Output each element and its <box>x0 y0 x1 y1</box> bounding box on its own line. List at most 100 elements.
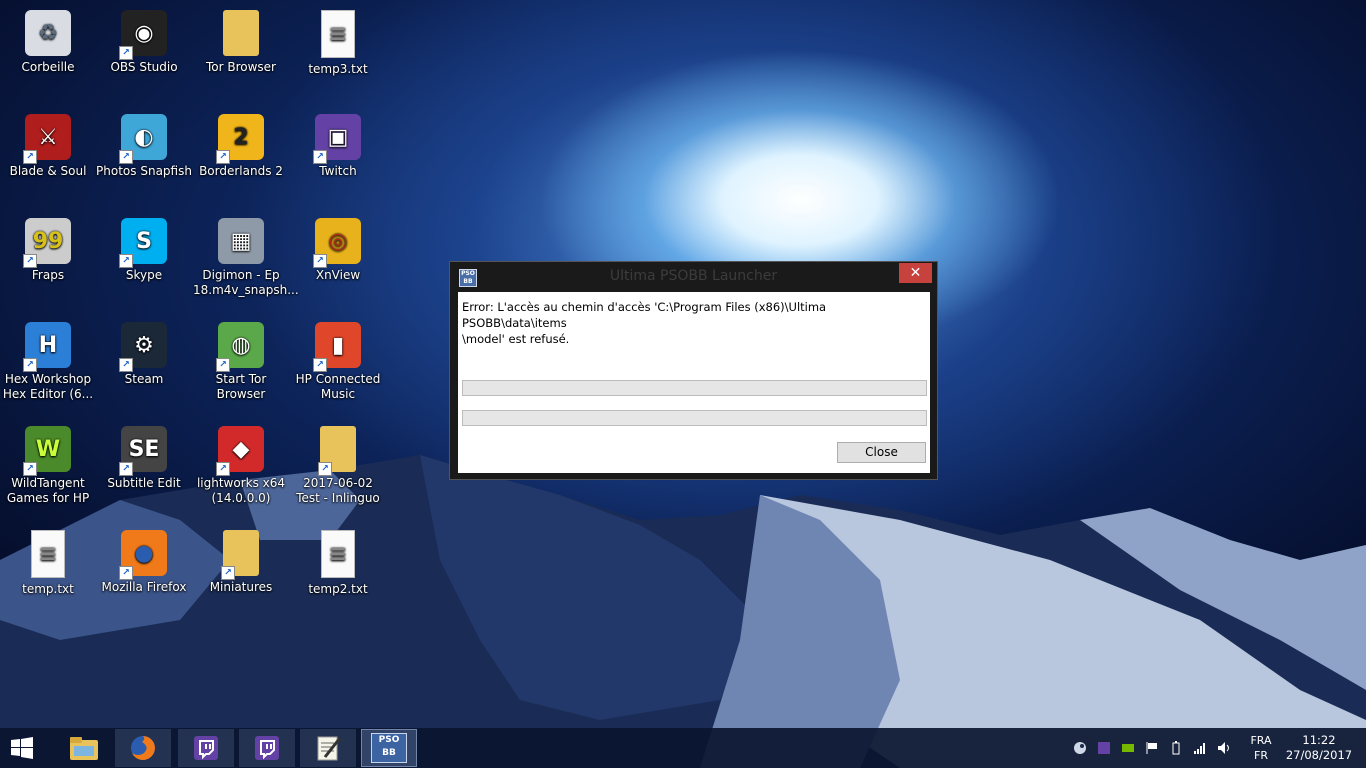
folder-icon <box>223 10 259 56</box>
shortcut-arrow-icon: ↗ <box>216 462 230 476</box>
desktop-icon-label: Blade & Soul <box>9 164 87 178</box>
close-icon[interactable]: ✕ <box>899 263 932 283</box>
dialog-content: Error: L'accès au chemin d'accès 'C:\Pro… <box>458 292 930 473</box>
desktop-icon-label: lightworks x64 (14.0.0.0) <box>196 476 286 505</box>
dialog-titlebar[interactable]: PSO BB Ultima PSOBB Launcher ✕ <box>450 262 937 292</box>
language-indicator[interactable]: FRA FR <box>1247 733 1275 763</box>
desktop-icon-subtitle-edit[interactable]: SE ↗ Subtitle Edit <box>96 420 192 491</box>
taskbar-twitch-2[interactable] <box>239 729 295 767</box>
steam-icon: ⚙ ↗ <box>119 322 167 372</box>
desktop-icon-obs-studio[interactable]: ◉ ↗ OBS Studio <box>96 4 192 75</box>
shortcut-arrow-icon: ↗ <box>23 462 37 476</box>
shortcut-arrow-icon: ↗ <box>313 254 327 268</box>
desktop-icon-temp2-txt[interactable]: ≡ temp2.txt <box>290 524 386 597</box>
shortcut-arrow-icon: ↗ <box>119 150 133 164</box>
volume-icon[interactable] <box>1217 741 1231 755</box>
keyboard-layout: FR <box>1254 749 1268 762</box>
taskbar-file-explorer[interactable] <box>56 729 112 767</box>
shortcut-arrow-icon: ↗ <box>119 358 133 372</box>
desktop-icon-twitch[interactable]: ▣ ↗ Twitch <box>290 108 386 179</box>
desktop-icon-label: Photos Snapfish <box>96 164 192 178</box>
desktop-icon-corbeille[interactable]: ♻ Corbeille <box>0 4 96 75</box>
shortcut-arrow-icon: ↗ <box>119 254 133 268</box>
desktop-icon-label: Corbeille <box>21 60 75 74</box>
desktop-icon-label: Subtitle Edit <box>107 476 181 490</box>
desktop-icon-xnview[interactable]: ◎ ↗ XnView <box>290 212 386 283</box>
desktop-icon-skype[interactable]: S ↗ Skype <box>96 212 192 283</box>
psobb-icon: PSO BB <box>371 733 407 763</box>
taskbar-notepad[interactable] <box>300 729 356 767</box>
close-button[interactable]: Close <box>837 442 926 463</box>
progress-bar-2 <box>462 410 927 426</box>
image-file-icon: ▦ <box>218 218 264 264</box>
lightworks-icon: ◆ ↗ <box>216 426 264 476</box>
desktop-icon-label: HP Connected Music <box>295 372 381 401</box>
shortcut-arrow-icon: ↗ <box>23 254 37 268</box>
desktop-icon-label: Mozilla Firefox <box>101 580 187 594</box>
tor-globe-icon: ◍ ↗ <box>216 322 264 372</box>
desktop-icon-label: WildTangent Games for HP <box>6 476 90 505</box>
desktop-icon-blade-soul[interactable]: ⚔ ↗ Blade & Soul <box>0 108 96 179</box>
shortcut-arrow-icon: ↗ <box>313 358 327 372</box>
desktop-icon-label: Twitch <box>319 164 357 178</box>
clock[interactable]: 11:22 27/08/2017 <box>1284 733 1354 763</box>
battery-icon[interactable] <box>1169 741 1183 755</box>
dialog-title: Ultima PSOBB Launcher <box>609 268 778 284</box>
desktop-icon-wildtangent-games-for-hp[interactable]: W ↗ WildTangent Games for HP <box>0 420 96 506</box>
desktop-icon-label: Hex Workshop Hex Editor (6... <box>2 372 94 401</box>
desktop-icon-label: Fraps <box>31 268 65 282</box>
hex-workshop-icon: H ↗ <box>23 322 71 372</box>
launcher-dialog: PSO BB Ultima PSOBB Launcher ✕ Error: L'… <box>449 261 938 480</box>
desktop-icon-tor-browser[interactable]: Tor Browser <box>193 4 289 75</box>
borderlands-icon: 2 ↗ <box>216 114 264 164</box>
xnview-icon: ◎ ↗ <box>313 218 361 268</box>
error-message-line1: Error: L'accès au chemin d'accès 'C:\Pro… <box>462 300 827 330</box>
clock-time: 11:22 <box>1302 733 1336 747</box>
file-explorer-icon <box>70 737 98 760</box>
taskbar-twitch-1[interactable] <box>178 729 234 767</box>
start-button[interactable] <box>0 729 44 767</box>
desktop-icon-label: temp.txt <box>22 582 74 596</box>
desktop-icon-digimon-ep-18-m4v-snapsh[interactable]: ▦ Digimon - Ep 18.m4v_snapsh... <box>193 212 299 298</box>
steam-tray-icon[interactable] <box>1073 741 1087 755</box>
desktop-icon-lightworks-x64-14-0-0-0[interactable]: ◆ ↗ lightworks x64 (14.0.0.0) <box>193 420 289 506</box>
blade-soul-icon: ⚔ ↗ <box>23 114 71 164</box>
taskbar: PSO BB FRA FR 11:22 27/08/2017 <box>0 728 1366 768</box>
taskbar-psobb[interactable]: PSO BB <box>361 729 417 767</box>
desktop-icon-borderlands-2[interactable]: 2 ↗ Borderlands 2 <box>193 108 289 179</box>
network-signal-icon[interactable] <box>1193 741 1207 755</box>
desktop-icon-miniatures[interactable]: ↗ Miniatures <box>193 524 289 595</box>
shortcut-arrow-icon: ↗ <box>119 566 133 580</box>
taskbar-firefox[interactable] <box>115 729 171 767</box>
folder-icon: ↗ <box>221 530 259 580</box>
subtitle-edit-icon: SE ↗ <box>119 426 167 476</box>
desktop-icon-photos-snapfish[interactable]: ◐ ↗ Photos Snapfish <box>96 108 192 179</box>
desktop-icon-label: Steam <box>124 372 164 386</box>
desktop-icon-temp-txt[interactable]: ≡ temp.txt <box>0 524 96 597</box>
desktop-icon-label: 2017-06-02 Test - Inlinguo <box>296 476 380 505</box>
text-file-icon: ≡ <box>31 530 65 578</box>
desktop-icon-label: OBS Studio <box>110 60 178 74</box>
text-file-icon: ≡ <box>321 10 355 58</box>
obs-icon: ◉ ↗ <box>119 10 167 60</box>
fraps-icon: 99 ↗ <box>23 218 71 268</box>
desktop-icon-start-tor-browser[interactable]: ◍ ↗ Start Tor Browser <box>193 316 289 402</box>
twitch-tray-icon[interactable] <box>1097 741 1111 755</box>
desktop-icon-fraps[interactable]: 99 ↗ Fraps <box>0 212 96 283</box>
desktop-icon-hex-workshop-hex-editor-6[interactable]: H ↗ Hex Workshop Hex Editor (6... <box>0 316 96 402</box>
shortcut-arrow-icon: ↗ <box>119 46 133 60</box>
desktop-icon-2017-06-02-test-inlinguo[interactable]: ↗ 2017-06-02 Test - Inlinguo <box>290 420 386 506</box>
nvidia-tray-icon[interactable] <box>1121 741 1135 755</box>
desktop-icon-temp3-txt[interactable]: ≡ temp3.txt <box>290 4 386 77</box>
twitch-icon <box>194 736 218 760</box>
desktop-icon-hp-connected-music[interactable]: ▮ ↗ HP Connected Music <box>290 316 386 402</box>
twitch-icon: ▣ ↗ <box>313 114 361 164</box>
desktop-icon-label: XnView <box>315 268 361 282</box>
shortcut-arrow-icon: ↗ <box>119 462 133 476</box>
desktop-icon-steam[interactable]: ⚙ ↗ Steam <box>96 316 192 387</box>
desktop-icon-label: Miniatures <box>209 580 273 594</box>
desktop-icon-mozilla-firefox[interactable]: ● ↗ Mozilla Firefox <box>96 524 192 595</box>
action-center-flag-icon[interactable] <box>1145 741 1159 755</box>
desktop-icon-label: Borderlands 2 <box>199 164 283 178</box>
notepad-icon <box>317 736 342 761</box>
